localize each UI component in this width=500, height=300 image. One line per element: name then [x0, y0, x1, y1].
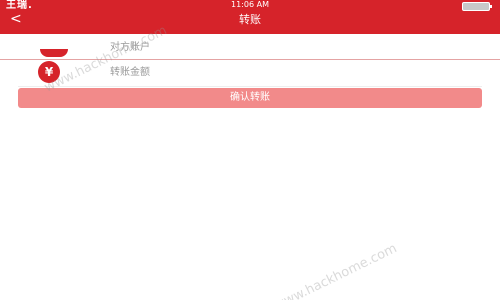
- status-bar-time: 11:06 AM: [231, 0, 269, 9]
- recipient-account-input[interactable]: [110, 39, 470, 55]
- transfer-page: 王瑞. 11:06 AM < 转账 ¥ 确认转账 www.hackhome.co…: [0, 0, 500, 300]
- app-header: 王瑞. 11:06 AM < 转账: [0, 0, 500, 34]
- amount-row[interactable]: ¥: [0, 60, 500, 87]
- page-title: 转账: [239, 13, 261, 26]
- user-avatar-icon: [40, 37, 68, 57]
- row-divider: [18, 86, 482, 87]
- yuan-icon: ¥: [38, 61, 60, 83]
- transfer-amount-input[interactable]: [110, 64, 470, 80]
- battery-icon: [462, 2, 492, 11]
- watermark-text: www.hackhome.com: [272, 241, 400, 300]
- confirm-transfer-button[interactable]: 确认转账: [18, 88, 482, 108]
- recipient-row[interactable]: [0, 35, 500, 60]
